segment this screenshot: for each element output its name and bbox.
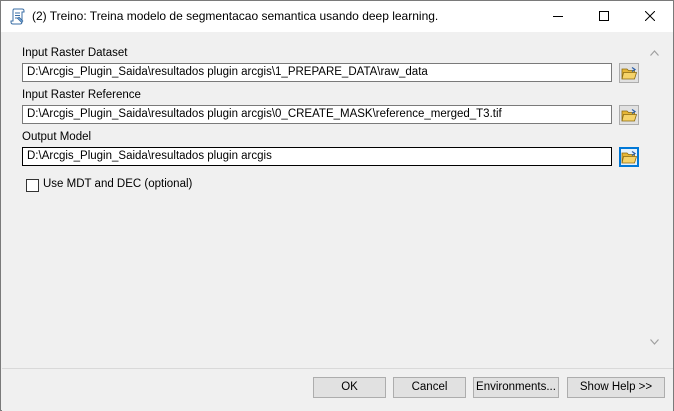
browse-input-raster-dataset-button[interactable]	[619, 63, 639, 83]
output-model-field[interactable]	[22, 147, 612, 166]
minimize-icon	[553, 16, 563, 17]
ok-button[interactable]: OK	[313, 377, 386, 398]
show-help-button[interactable]: Show Help >>	[567, 377, 665, 398]
script-tool-icon	[10, 8, 26, 25]
maximize-icon	[599, 11, 609, 21]
window-title: (2) Treino: Treina modelo de segmentacao…	[32, 9, 439, 23]
maximize-button[interactable]	[581, 1, 627, 32]
input-raster-dataset-label: Input Raster Dataset	[22, 47, 128, 59]
scroll-down-icon[interactable]	[650, 339, 659, 345]
environments-button[interactable]: Environments...	[473, 377, 559, 398]
cancel-button[interactable]: Cancel	[393, 377, 466, 398]
use-mdt-dec-label: Use MDT and DEC (optional)	[43, 178, 193, 190]
parameters-panel: Input Raster Dataset Input Raster Refere…	[9, 36, 673, 366]
title-bar[interactable]: (2) Treino: Treina modelo de segmentacao…	[1, 1, 673, 32]
input-raster-reference-label: Input Raster Reference	[22, 89, 141, 101]
output-model-label: Output Model	[22, 131, 92, 143]
close-button[interactable]	[627, 1, 673, 32]
open-folder-icon	[621, 67, 638, 80]
minimize-button[interactable]	[535, 1, 581, 32]
open-folder-icon	[621, 151, 638, 164]
use-mdt-dec-checkbox[interactable]	[26, 179, 39, 192]
input-raster-dataset-field[interactable]	[22, 63, 612, 82]
open-folder-icon	[621, 109, 638, 122]
tool-dialog-window: (2) Treino: Treina modelo de segmentacao…	[0, 0, 674, 411]
scroll-up-icon[interactable]	[650, 50, 659, 56]
input-raster-reference-field[interactable]	[22, 105, 612, 124]
vertical-scrollbar[interactable]	[646, 44, 663, 356]
close-icon	[645, 11, 655, 21]
browse-output-model-button[interactable]	[619, 147, 639, 167]
browse-input-raster-reference-button[interactable]	[619, 105, 639, 125]
